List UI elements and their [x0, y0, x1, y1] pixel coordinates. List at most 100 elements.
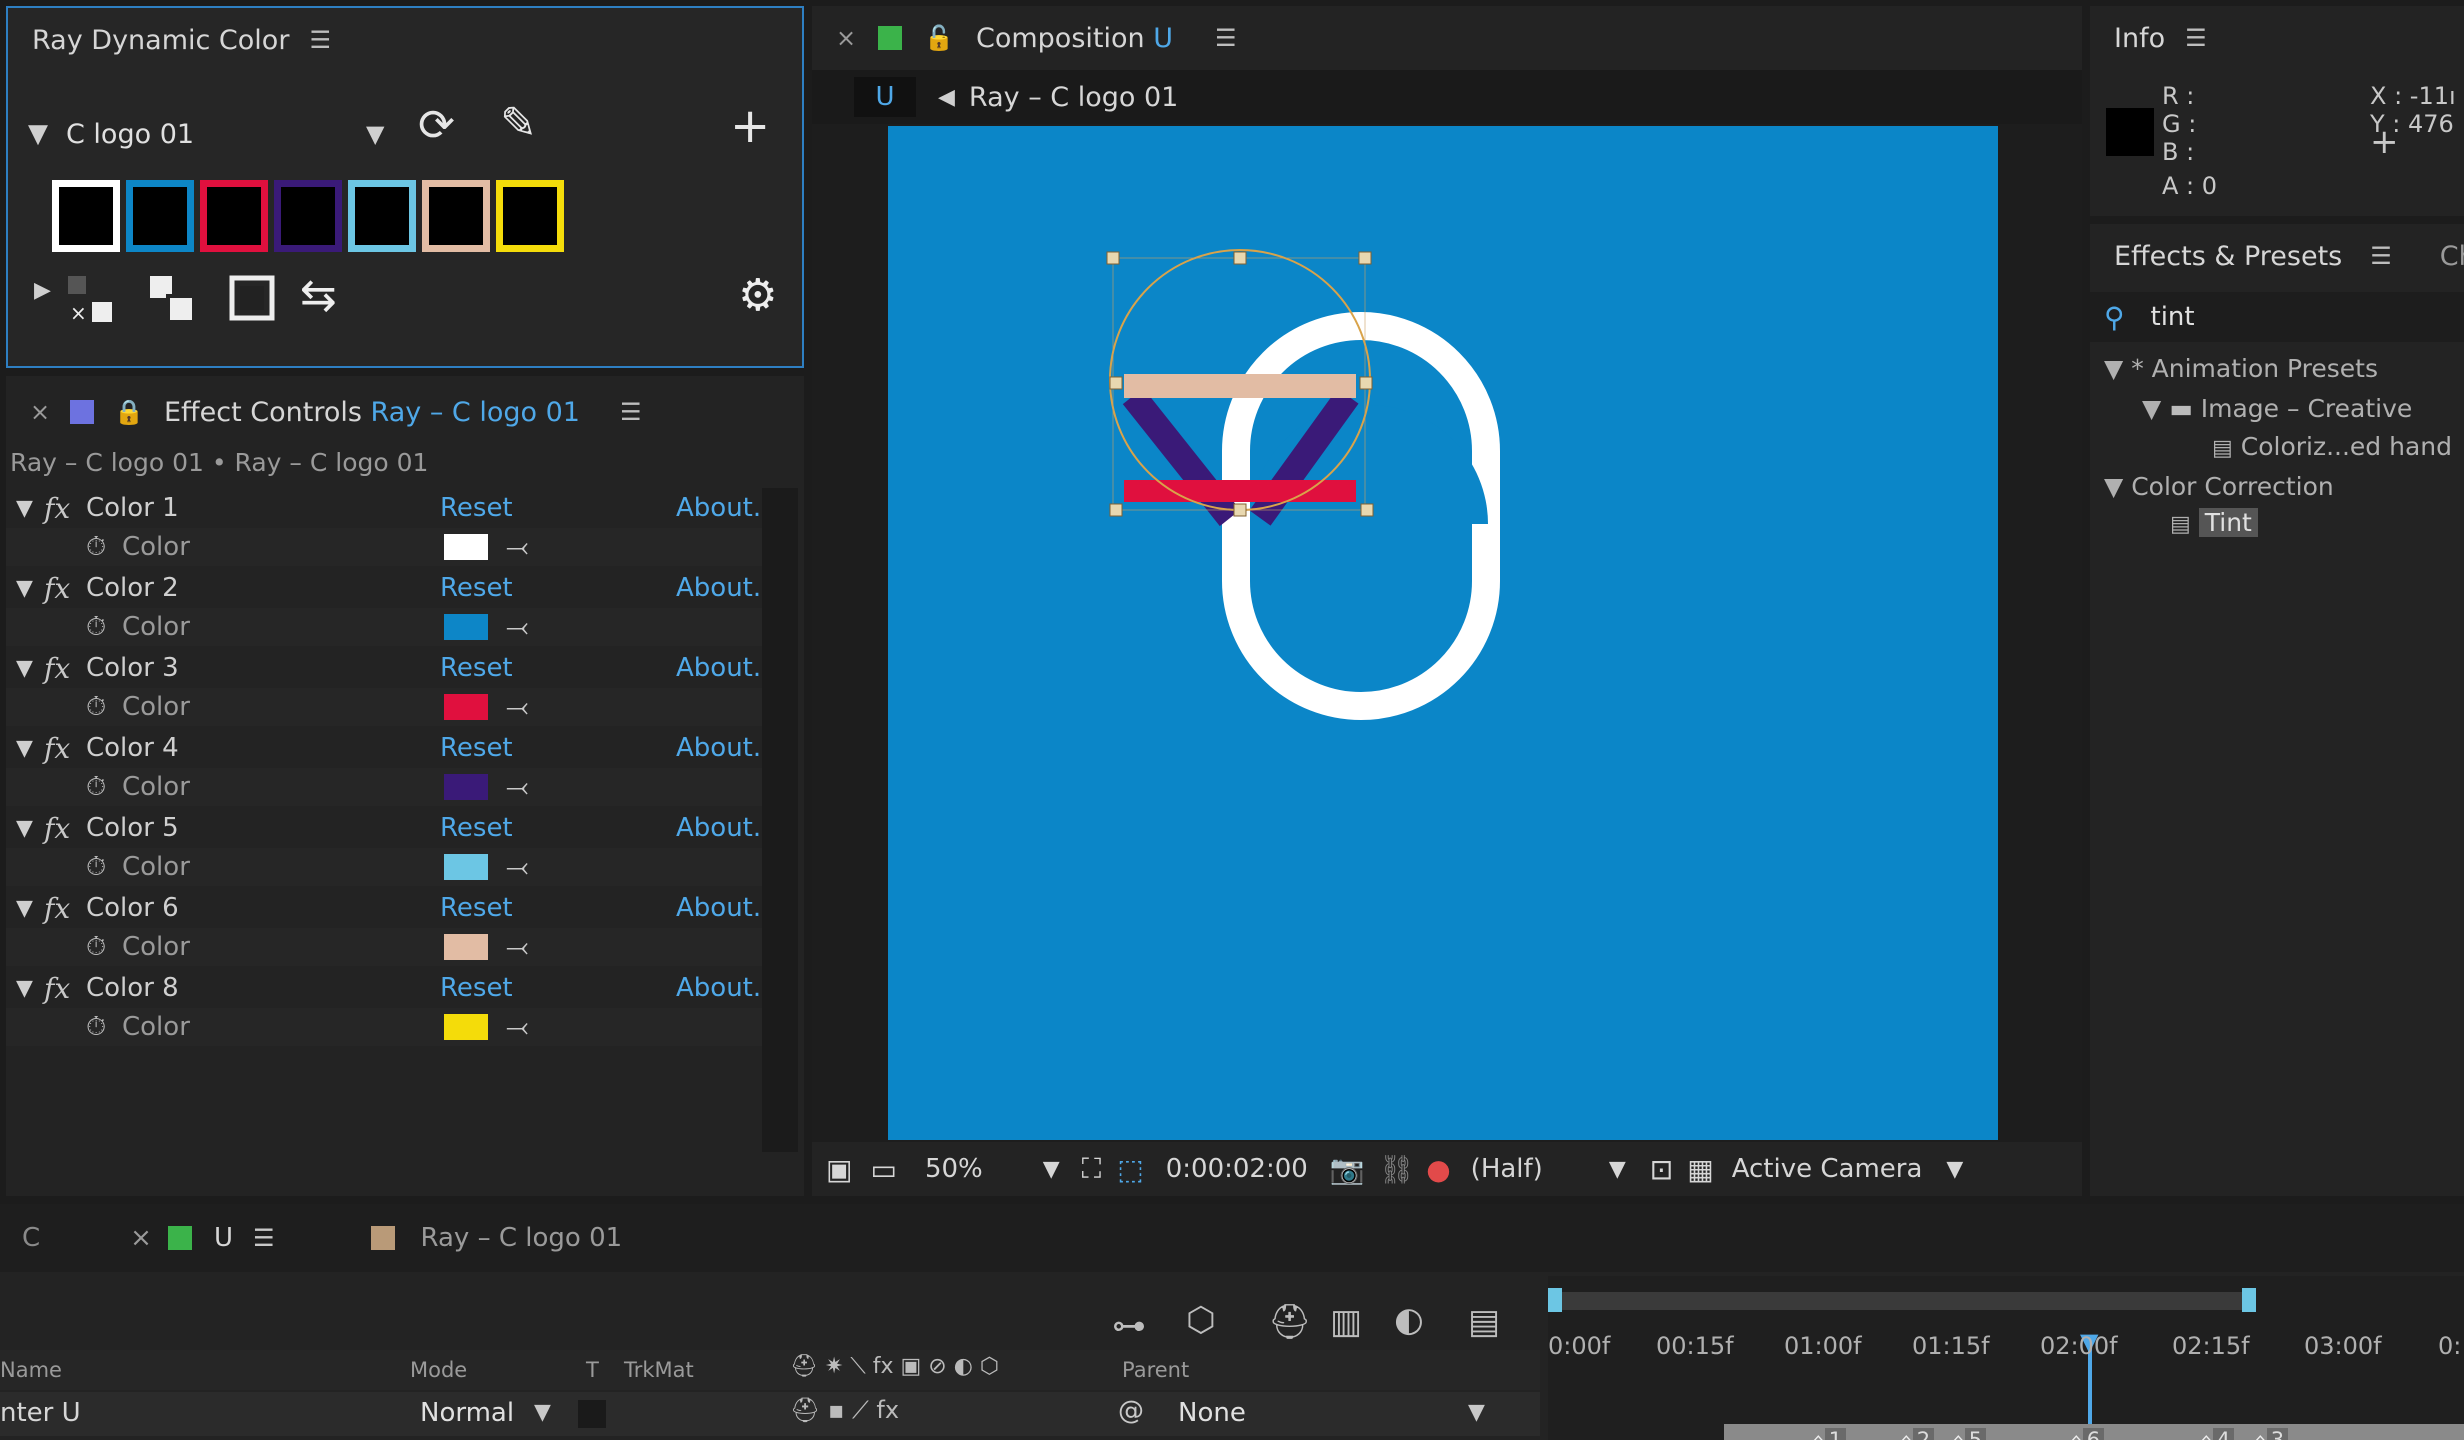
flowchart-icon[interactable]: ⊶ — [1112, 1306, 1146, 1346]
stopwatch-icon[interactable]: ⏱ — [86, 932, 106, 963]
collapse-triangle-icon[interactable]: ▼ — [16, 736, 33, 761]
effect-row[interactable]: ▼ fx Color 5 Reset About.. — [6, 808, 769, 848]
zoom-value[interactable]: 50% — [925, 1154, 983, 1184]
camera-icon[interactable]: 📷 — [1330, 1153, 1365, 1186]
color-chip[interactable] — [444, 694, 488, 720]
parent-dropdown-icon[interactable]: ▼ — [1468, 1400, 1485, 1425]
swap-arrows-icon[interactable]: ⇆ — [300, 270, 337, 321]
roi-icon[interactable]: ⊡ — [1650, 1153, 1673, 1186]
panel-menu-icon[interactable]: ☰ — [2185, 24, 2207, 52]
effect-row[interactable]: ▼ fx Color 8 Reset About.. — [6, 968, 769, 1008]
frame-blend-icon[interactable]: ▥ — [1330, 1302, 1362, 1342]
color-swatch-4[interactable] — [274, 180, 342, 252]
monitor-icon[interactable]: ▭ — [870, 1153, 896, 1186]
tree-image-creative[interactable]: ▼ ▬ Image – Creative — [2142, 394, 2412, 423]
region-icon[interactable]: ▣ — [826, 1153, 852, 1186]
add-icon[interactable]: + — [730, 98, 770, 154]
effect-row[interactable]: ▼ fx Color 6 Reset About.. — [6, 888, 769, 928]
eyedropper-icon[interactable]: ⤙ — [506, 530, 528, 564]
mode-dropdown-icon[interactable]: ▼ — [534, 1400, 551, 1425]
tree-tint[interactable]: ▤ Tint — [2170, 508, 2258, 537]
composition-canvas[interactable] — [888, 126, 1998, 1140]
zoom-dropdown-icon[interactable]: ▼ — [1043, 1157, 1060, 1182]
comp-marker[interactable]: ⌂ 5 — [1952, 1424, 1987, 1440]
stopwatch-icon[interactable]: ⏱ — [86, 612, 106, 643]
about-link[interactable]: About.. — [676, 573, 769, 603]
color-chip[interactable] — [444, 934, 488, 960]
reset-link[interactable]: Reset — [440, 733, 513, 763]
color-chip[interactable] — [444, 774, 488, 800]
tab-u[interactable]: U — [214, 1223, 233, 1253]
tree-animation-presets[interactable]: ▼ * Animation Presets — [2104, 354, 2378, 383]
eyedropper-icon[interactable]: ⤙ — [506, 930, 528, 964]
collapse-triangle-icon[interactable]: ▼ — [28, 119, 48, 149]
stopwatch-icon[interactable]: ⏱ — [86, 772, 106, 803]
tab-c[interactable]: C — [22, 1223, 40, 1253]
ep-title[interactable]: Effects & Presets — [2114, 241, 2342, 272]
work-area-end[interactable] — [2242, 1288, 2256, 1312]
layer-mode[interactable]: Normal — [420, 1398, 514, 1428]
comp-marker[interactable]: ⌂ 2 — [1900, 1424, 1935, 1440]
tree-color-correction[interactable]: ▼ Color Correction — [2104, 472, 2334, 501]
resolution-dropdown-icon[interactable]: ▼ — [1609, 1157, 1626, 1182]
work-area-bar[interactable] — [1552, 1292, 2252, 1310]
stopwatch-icon[interactable]: ⏱ — [86, 692, 106, 723]
stopwatch-icon[interactable]: ⏱ — [86, 1012, 106, 1043]
preset-selector[interactable]: ▼ C logo 01 ▼ — [28, 108, 384, 160]
comp-marker[interactable]: ⌂ 1 — [1812, 1424, 1847, 1440]
eyedropper-icon[interactable]: ⤙ — [506, 1010, 528, 1044]
reset-link[interactable]: Reset — [440, 893, 513, 923]
layer-row[interactable]: nter U Normal ▼ ⛑ ▪ ⟋ fx @ None ▼ — [0, 1392, 1540, 1436]
effect-row[interactable]: ▼ fx Color 3 Reset About.. — [6, 648, 769, 688]
panel-menu-icon[interactable]: ☰ — [253, 1224, 275, 1252]
fx-icon[interactable]: fx — [44, 572, 70, 605]
layer-parent[interactable]: None — [1178, 1398, 1246, 1428]
fx-icon[interactable]: fx — [44, 972, 70, 1005]
stopwatch-icon[interactable]: ⏱ — [86, 852, 106, 883]
color-swatch-5[interactable] — [348, 180, 416, 252]
reset-link[interactable]: Reset — [440, 493, 513, 523]
motion-blur-icon[interactable]: ◐ — [1394, 1300, 1424, 1340]
camera-select[interactable]: Active Camera — [1732, 1154, 1923, 1184]
reset-link[interactable]: Reset — [440, 653, 513, 683]
comp-marker[interactable]: ⌂ 6 — [2070, 1424, 2105, 1440]
eyedropper-icon[interactable]: ⤙ — [506, 610, 528, 644]
color-swatch-7[interactable] — [496, 180, 564, 252]
channels-icon[interactable]: ● — [1426, 1153, 1450, 1186]
effect-row[interactable]: ▼ fx Color 1 Reset About.. — [6, 488, 769, 528]
reset-link[interactable]: Reset — [440, 813, 513, 843]
reset-link[interactable]: Reset — [440, 573, 513, 603]
expand-triangle-icon[interactable]: ▶ — [34, 278, 51, 303]
about-link[interactable]: About.. — [676, 653, 769, 683]
3d-box-icon[interactable]: ⬡ — [1186, 1300, 1216, 1340]
about-link[interactable]: About.. — [676, 493, 769, 523]
color-chip[interactable] — [444, 534, 488, 560]
effect-row[interactable]: ▼ fx Color 4 Reset About.. — [6, 728, 769, 768]
tab-character[interactable]: Char — [2440, 241, 2464, 272]
comp-tab-name[interactable]: Ray – C logo 01 — [969, 82, 1178, 113]
comp-marker[interactable]: ⌂ 3 — [2254, 1424, 2289, 1440]
mask-icon[interactable]: ⬚ — [1117, 1153, 1143, 1186]
about-link[interactable]: About.. — [676, 733, 769, 763]
panel-menu-icon[interactable]: ☰ — [620, 398, 642, 426]
refresh-icon[interactable]: ⟳ — [418, 100, 455, 151]
pencil-icon[interactable]: ✎ — [500, 98, 537, 149]
work-area-start[interactable] — [1548, 1288, 1562, 1312]
color-swatch-1[interactable] — [52, 180, 120, 252]
panel-menu-icon[interactable]: ☰ — [1215, 24, 1237, 52]
collapse-triangle-icon[interactable]: ▼ — [16, 656, 33, 681]
snapshot-icon[interactable]: ⛓ — [1379, 1153, 1415, 1186]
ep-search-bar[interactable]: ⚲ tint — [2090, 292, 2464, 342]
close-icon[interactable]: × — [836, 24, 856, 52]
time-ruler[interactable]: ▼ 0:00f 00:15f 01:00f 01:15f 02:00f 02:15f 03:… — [1548, 1276, 2464, 1440]
shy-icon[interactable]: ⛑ — [1268, 1302, 1311, 1342]
collapse-triangle-icon[interactable]: ▼ — [16, 496, 33, 521]
color-swatch-2[interactable] — [126, 180, 194, 252]
eyedropper-icon[interactable]: ⤙ — [506, 770, 528, 804]
color-swatch-6[interactable] — [422, 180, 490, 252]
lock-icon[interactable]: 🔒 — [114, 398, 144, 426]
color-chip[interactable] — [444, 1014, 488, 1040]
stopwatch-icon[interactable]: ⏱ — [86, 532, 106, 563]
pickwhip-icon[interactable]: @ — [1118, 1396, 1144, 1426]
about-link[interactable]: About.. — [676, 813, 769, 843]
